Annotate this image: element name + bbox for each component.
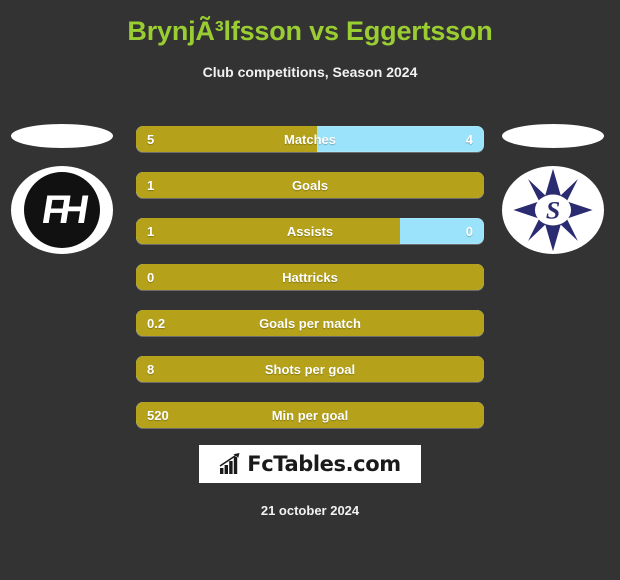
- stat-row-goals-per-match: 0.2 Goals per match: [136, 310, 484, 336]
- stat-row-hattricks: 0 Hattricks: [136, 264, 484, 290]
- stat-away-value: 0: [465, 223, 473, 239]
- stat-home-value: 0: [147, 269, 155, 285]
- stats-list: 5 Matches 4 1 Goals 1 Assists 0 0 Hattri…: [136, 126, 484, 448]
- home-crest-badge: FH: [11, 166, 113, 254]
- page-subtitle: Club competitions, Season 2024: [202, 64, 418, 80]
- stat-row-min-per-goal: 520 Min per goal: [136, 402, 484, 428]
- stat-fill-home: [136, 356, 484, 382]
- stat-fill-home: [136, 172, 484, 198]
- home-crest-top-ellipse: [11, 124, 113, 148]
- stat-fill-home: [136, 126, 317, 152]
- home-club-crest: FH: [8, 118, 128, 258]
- stat-row-goals: 1 Goals: [136, 172, 484, 198]
- stat-row-assists: 1 Assists 0: [136, 218, 484, 244]
- away-crest-top-ellipse: [502, 124, 604, 148]
- stat-away-value: 4: [465, 131, 473, 147]
- fctables-watermark: FcTables.com: [199, 445, 421, 483]
- page-title: BrynjÃ³lfsson vs Eggertsson: [127, 16, 493, 46]
- stat-row-matches: 5 Matches 4: [136, 126, 484, 152]
- stat-home-value: 5: [147, 131, 155, 147]
- fh-monogram: FH: [38, 188, 86, 232]
- stat-fill-home: [136, 264, 484, 290]
- bar-chart-growth-icon: [219, 453, 240, 474]
- away-crest-monogram: S: [546, 196, 560, 225]
- stat-home-value: 0.2: [147, 315, 166, 331]
- stat-home-value: 1: [147, 223, 155, 239]
- report-date: 21 october 2024: [260, 503, 360, 518]
- watermark-text: FcTables.com: [247, 452, 401, 476]
- stat-home-value: 520: [147, 407, 169, 423]
- stat-row-shots-per-goal: 8 Shots per goal: [136, 356, 484, 382]
- stat-home-value: 8: [147, 361, 155, 377]
- stat-comparison-infographic: BrynjÃ³lfsson vs Eggertsson Club competi…: [0, 0, 620, 580]
- stat-fill-home: [136, 218, 401, 244]
- away-crest-badge: S: [502, 166, 604, 254]
- compass-star-icon: S: [513, 168, 593, 252]
- stat-fill-home: [136, 310, 484, 336]
- stat-home-value: 1: [147, 177, 155, 193]
- stat-fill-home: [136, 402, 484, 428]
- away-club-crest: S: [492, 118, 612, 258]
